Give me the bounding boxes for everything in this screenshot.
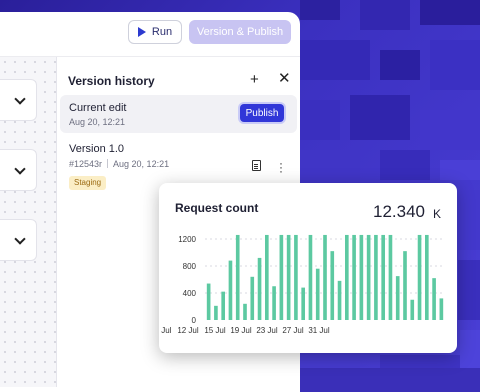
bar (395, 276, 400, 320)
current-edit-item[interactable]: Current edit Aug 20, 12:21 Publish (60, 95, 297, 133)
separator (107, 159, 109, 168)
bar (330, 251, 335, 320)
background-block (458, 190, 480, 250)
node-card[interactable] (0, 219, 37, 261)
bar (381, 234, 385, 320)
bar (403, 251, 407, 320)
background-block (440, 160, 480, 180)
x-tick-label: 27 Jul (282, 326, 304, 335)
bar (301, 287, 305, 320)
bar (417, 234, 422, 320)
x-tick-label: 31 Jul (308, 326, 330, 335)
run-label: Run (151, 26, 173, 38)
chevron-down-icon[interactable] (14, 93, 26, 105)
y-tick-label: 1200 (178, 235, 196, 244)
version-date: Aug 20, 12:21 (113, 159, 170, 169)
play-icon (137, 27, 146, 37)
current-edit-date: Aug 20, 12:21 (69, 117, 126, 127)
more-options-icon[interactable]: · · · (279, 157, 283, 177)
background-block (458, 260, 480, 320)
background-block (360, 0, 410, 30)
background-block (380, 150, 430, 180)
chevron-down-icon[interactable] (14, 233, 26, 245)
run-button[interactable]: Run (128, 20, 182, 44)
bar (366, 234, 371, 320)
background-block (300, 40, 370, 80)
background-block (300, 100, 340, 140)
bar (425, 234, 429, 320)
node-card[interactable] (0, 79, 37, 121)
bar (235, 234, 240, 320)
bar (323, 234, 327, 320)
panel-title: Version history (68, 74, 155, 88)
status-badge: Staging (69, 176, 107, 190)
version-id: #12543r (69, 159, 103, 169)
bar (315, 268, 320, 320)
bar (286, 234, 291, 320)
toolbar: Run Version & Publish (0, 12, 300, 57)
bar (257, 257, 262, 320)
version-publish-button[interactable]: Version & Publish (189, 20, 291, 44)
bar (352, 234, 356, 320)
bar (265, 234, 269, 320)
bar (410, 299, 415, 320)
x-tick-label: 9 Jul (159, 326, 172, 335)
bar (243, 303, 247, 320)
bar (374, 234, 378, 320)
bar (388, 234, 393, 320)
bar (214, 305, 218, 320)
close-icon[interactable]: ✕ (278, 71, 291, 86)
chevron-down-icon[interactable] (14, 163, 26, 175)
background-block (430, 40, 480, 90)
x-tick-label: 23 Jul (256, 326, 278, 335)
y-tick-label: 0 (192, 316, 197, 325)
node-card[interactable] (0, 149, 37, 191)
bar (250, 276, 255, 320)
bar (294, 234, 298, 320)
background-block (460, 330, 480, 368)
bar-chart: 120080040001 Jul3 Jul5 Jul7 Jul9 Jul12 J… (159, 234, 445, 335)
current-edit-title: Current edit (69, 102, 127, 114)
background-block (420, 0, 480, 25)
version-title: Version 1.0 (69, 143, 125, 155)
bar (432, 278, 436, 320)
background-block (380, 355, 460, 368)
y-tick-label: 800 (183, 262, 197, 271)
request-count-card: Request count 12.340 K 120080040001 Jul3… (159, 183, 457, 353)
bar (228, 260, 233, 320)
x-tick-label: 19 Jul (230, 326, 252, 335)
canvas-area (0, 57, 57, 387)
bar (272, 286, 276, 320)
add-icon[interactable]: + (250, 72, 259, 87)
background-block (420, 110, 480, 150)
x-tick-label: 12 Jul (177, 326, 199, 335)
x-tick-label: 15 Jul (204, 326, 226, 335)
bar (221, 291, 225, 320)
background-block (300, 150, 360, 180)
publish-button[interactable]: Publish (240, 104, 284, 122)
bar (308, 234, 313, 320)
version-meta: #12543r Aug 20, 12:21 (69, 159, 169, 169)
bar (359, 234, 364, 320)
document-icon[interactable] (252, 160, 261, 171)
bar (206, 283, 211, 320)
bar (279, 234, 284, 320)
background-block (300, 0, 340, 20)
bar (439, 298, 444, 320)
bar (345, 234, 349, 320)
background-block (350, 95, 410, 140)
bar (337, 280, 342, 320)
y-tick-label: 400 (183, 289, 197, 298)
background-block (300, 355, 360, 368)
background-block (380, 50, 420, 80)
